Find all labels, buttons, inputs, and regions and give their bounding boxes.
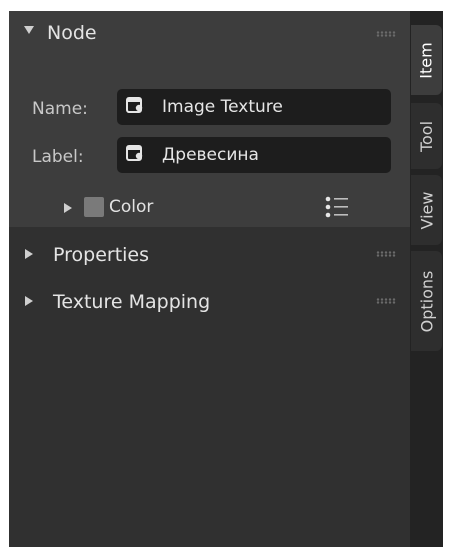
name-label: Name: (32, 99, 88, 119)
tab-tool-label: Tool (417, 120, 437, 152)
color-label: Color (109, 197, 154, 217)
drag-handle-icon[interactable] (376, 251, 396, 257)
texture-mapping-title: Texture Mapping (53, 291, 211, 313)
sidebar-tab-strip: Item Tool View Options (410, 11, 443, 547)
properties-editor: Node Name: Image Texture Label: Древесин… (9, 11, 443, 547)
label-field[interactable]: Древесина (117, 137, 391, 173)
color-subpanel-header[interactable]: Color (9, 189, 410, 227)
name-field[interactable]: Image Texture (117, 89, 391, 125)
triangle-down-icon (24, 26, 34, 34)
tab-item[interactable]: Item (411, 25, 442, 95)
tab-options-label: Options (417, 270, 437, 332)
tab-options[interactable]: Options (411, 251, 442, 351)
properties-title: Properties (53, 244, 150, 266)
sidebar-panel: Node Name: Image Texture Label: Древесин… (9, 11, 410, 547)
list-icon[interactable] (322, 195, 352, 219)
name-value: Image Texture (162, 97, 283, 117)
texture-mapping-panel-header[interactable]: Texture Mapping (9, 280, 410, 324)
label-value: Древесина (162, 145, 259, 165)
triangle-right-icon (25, 249, 33, 259)
tab-view-label: View (417, 191, 436, 229)
tab-item-label: Item (417, 41, 437, 79)
node-icon (126, 97, 143, 113)
node-panel-title: Node (47, 22, 97, 44)
tab-tool[interactable]: Tool (411, 103, 442, 169)
tab-view[interactable]: View (411, 175, 442, 245)
properties-panel-header[interactable]: Properties (9, 233, 410, 277)
triangle-right-icon (64, 203, 72, 213)
node-panel-header[interactable]: Node (9, 11, 410, 57)
drag-handle-icon[interactable] (376, 31, 396, 37)
node-icon (126, 145, 143, 161)
drag-handle-icon[interactable] (376, 298, 396, 304)
color-swatch[interactable] (84, 197, 104, 217)
triangle-right-icon (25, 296, 33, 306)
label-label: Label: (32, 147, 84, 167)
